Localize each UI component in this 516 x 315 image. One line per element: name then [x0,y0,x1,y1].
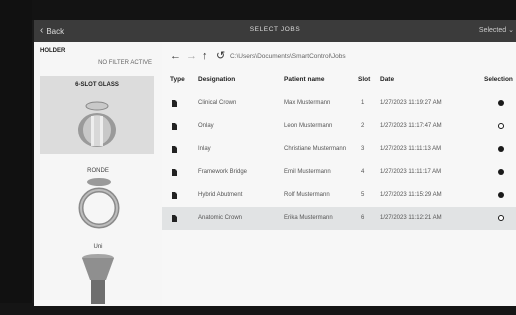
glass-holder-icon [78,101,116,147]
filter-status[interactable]: NO FILTER ACTIVE [34,60,152,66]
col-selection[interactable]: Selection [484,76,513,83]
device-bezel-left [0,0,32,315]
patient-name-cell: Leon Mustermann [284,123,333,129]
designation-cell: Hybrid Abutment [198,192,243,198]
designation-cell: Onlay [198,123,214,129]
date-cell: 1/27/2023 11:11:13 AM [380,146,442,152]
table-row[interactable]: Onlay Leon Mustermann 2 1/27/2023 11:17:47 … [162,115,516,138]
uni-holder-icon[interactable] [78,252,118,306]
table-row[interactable]: Hybrid Abutment Rolf Mustermann 5 1/27/2023… [162,184,516,207]
top-bar: ‹ Back SELECT JOBS Selected ⌄ [34,20,516,42]
page-title: SELECT JOBS [249,26,301,33]
slot-cell: 6 [361,215,365,221]
table-row[interactable]: Inlay Christiane Mustermann 3 1/27/2023 11:… [162,138,516,161]
designation-cell: Clinical Crown [198,100,237,106]
arrow-up-icon[interactable]: ↑ [202,51,208,62]
col-patient-name[interactable]: Patient name [284,76,324,83]
date-cell: 1/27/2023 11:19:27 AM [380,100,442,106]
arrow-right-icon[interactable]: → [186,51,197,62]
patient-name-cell: Christiane Mustermann [284,146,347,152]
document-icon [172,123,177,130]
jobs-panel: ← → ↑ ↺ C:\Users\Documents\SmartControl\… [162,42,516,306]
patient-name-cell: Erika Mustermann [284,215,333,221]
slot-cell: 3 [361,146,365,152]
app-screen: ‹ Back SELECT JOBS Selected ⌄ HOLDER NO … [34,20,516,306]
designation-cell: Framework Bridge [198,169,248,175]
date-cell: 1/27/2023 11:15:29 AM [380,192,442,198]
col-designation[interactable]: Designation [198,76,235,83]
slot-cell: 2 [361,123,365,129]
slot-cell: 5 [361,192,365,198]
selection-radio[interactable] [498,169,504,175]
date-cell: 1/27/2023 11:11:17 AM [380,169,442,175]
holder-item-6-slot-glass[interactable]: 6-SLOT GLASS [40,76,154,154]
patient-name-cell: Rolf Mustermann [284,192,330,198]
slot-cell: 4 [361,169,365,175]
holder-item-uni-label[interactable]: Uni [34,244,162,250]
col-type[interactable]: Type [170,76,185,83]
patient-name-cell: Max Mustermann [284,100,331,106]
selected-label: Selected [478,27,507,34]
slot-cell: 1 [361,100,365,106]
device-bezel-top [0,0,516,20]
patient-name-cell: Emil Mustermann [284,169,331,175]
selection-radio[interactable] [498,100,504,106]
arrow-left-icon[interactable]: ← [170,51,181,62]
document-icon [172,169,177,176]
selection-radio[interactable] [498,146,504,152]
document-icon [172,192,177,199]
chevron-down-icon: ⌄ [508,27,514,34]
col-slot[interactable]: Slot [358,76,370,83]
table-row[interactable]: Anatomic Crown Erika Mustermann 6 1/27/2023… [162,207,516,230]
path-field[interactable]: C:\Users\Documents\SmartControl\Jobs [230,53,346,60]
holder-item-ronde-label[interactable]: RONDE [34,168,162,174]
path-navigation: ← → ↑ ↺ C:\Users\Documents\SmartControl\… [162,42,516,72]
table-row[interactable]: Clinical Crown Max Mustermann 1 1/27/2023 1… [162,92,516,115]
col-date[interactable]: Date [380,76,394,83]
table-row[interactable]: Framework Bridge Emil Mustermann 4 1/27/202… [162,161,516,184]
date-cell: 1/27/2023 11:12:21 AM [380,215,442,221]
refresh-icon[interactable]: ↺ [216,51,225,62]
holder-item-label: 6-SLOT GLASS [75,82,119,88]
selected-dropdown[interactable]: Selected ⌄ [479,26,514,34]
holder-title: HOLDER [40,48,66,54]
selection-radio[interactable] [498,123,504,129]
date-cell: 1/27/2023 11:17:47 AM [380,123,442,129]
table-header: Type Designation Patient name Slot Date … [162,76,516,88]
holder-panel: HOLDER NO FILTER ACTIVE 6-SLOT GLASS RON… [34,42,163,306]
document-icon [172,100,177,107]
ronde-ring-icon[interactable] [77,176,121,234]
designation-cell: Inlay [198,146,211,152]
selection-radio[interactable] [498,192,504,198]
designation-cell: Anatomic Crown [198,215,243,221]
document-icon [172,215,177,222]
selection-radio[interactable] [498,215,504,221]
document-icon [172,146,177,153]
